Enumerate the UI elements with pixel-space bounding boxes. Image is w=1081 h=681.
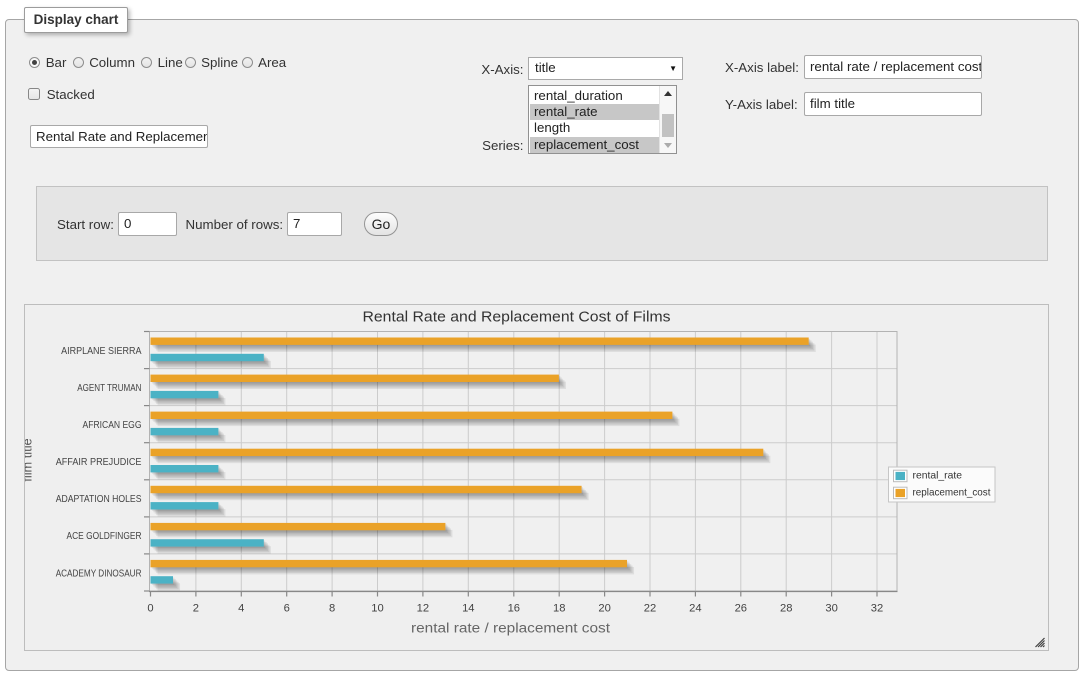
svg-text:2: 2 bbox=[193, 603, 199, 615]
svg-text:26: 26 bbox=[735, 603, 747, 615]
svg-text:rental rate / replacement cost: rental rate / replacement cost bbox=[411, 621, 610, 636]
svg-text:AIRPLANE SIERRA: AIRPLANE SIERRA bbox=[61, 346, 141, 357]
svg-text:Rental Rate and Replacement Co: Rental Rate and Replacement Cost of Film… bbox=[363, 309, 671, 326]
svg-text:24: 24 bbox=[689, 603, 701, 615]
svg-text:12: 12 bbox=[417, 603, 429, 615]
svg-text:ACADEMY DINOSAUR: ACADEMY DINOSAUR bbox=[56, 568, 142, 579]
svg-text:ACE GOLDFINGER: ACE GOLDFINGER bbox=[67, 531, 142, 542]
svg-text:28: 28 bbox=[780, 603, 792, 615]
svg-text:14: 14 bbox=[462, 603, 474, 615]
svg-text:16: 16 bbox=[508, 603, 520, 615]
svg-text:AFRICAN EGG: AFRICAN EGG bbox=[83, 420, 142, 431]
svg-text:30: 30 bbox=[825, 603, 837, 615]
svg-text:rental_rate: rental_rate bbox=[913, 471, 963, 482]
svg-text:film title: film title bbox=[25, 438, 35, 481]
svg-text:ADAPTATION HOLES: ADAPTATION HOLES bbox=[56, 494, 142, 505]
svg-text:8: 8 bbox=[329, 603, 335, 615]
svg-text:4: 4 bbox=[238, 603, 244, 615]
svg-text:0: 0 bbox=[147, 603, 153, 615]
svg-text:replacement_cost: replacement_cost bbox=[913, 488, 991, 499]
svg-text:18: 18 bbox=[553, 603, 565, 615]
svg-text:AFFAIR PREJUDICE: AFFAIR PREJUDICE bbox=[56, 457, 142, 468]
svg-text:10: 10 bbox=[371, 603, 383, 615]
svg-text:20: 20 bbox=[598, 603, 610, 615]
svg-text:22: 22 bbox=[644, 603, 656, 615]
svg-text:AGENT TRUMAN: AGENT TRUMAN bbox=[77, 383, 141, 394]
svg-text:6: 6 bbox=[284, 603, 290, 615]
svg-text:32: 32 bbox=[871, 603, 883, 615]
